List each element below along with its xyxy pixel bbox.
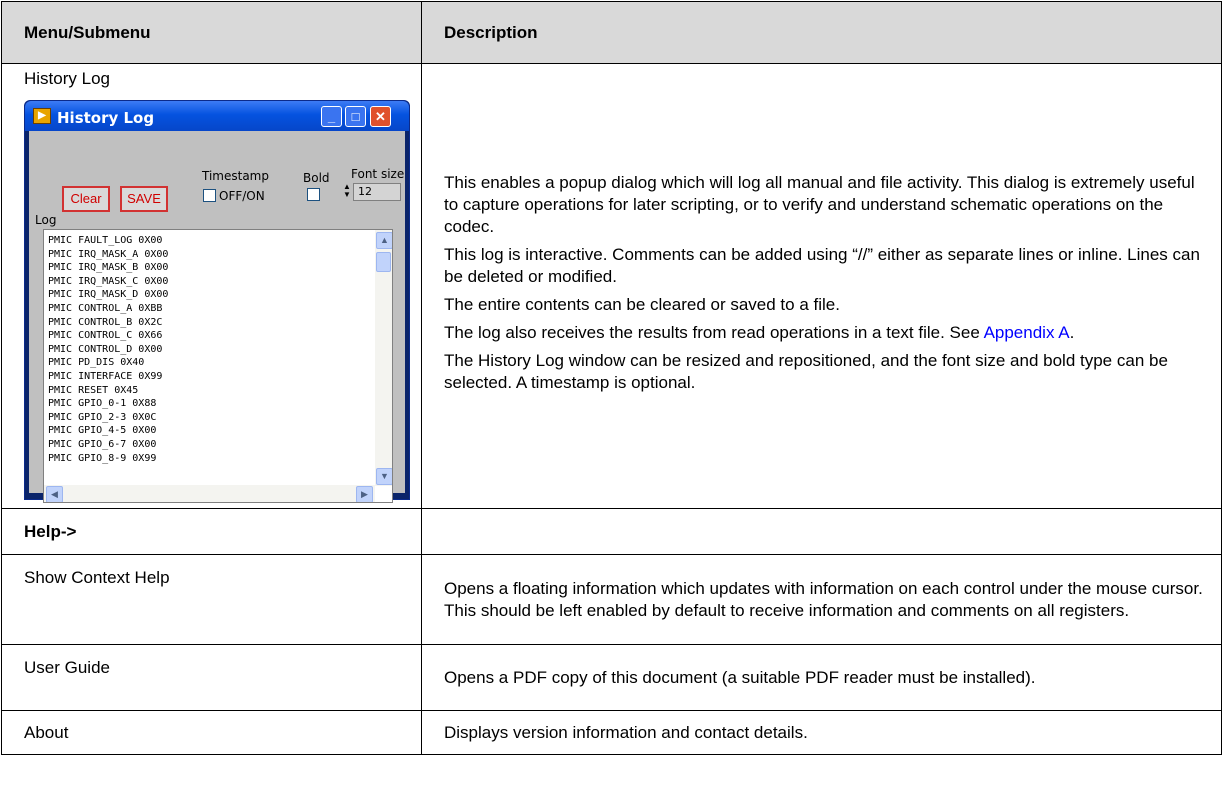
history-paragraph: This log is interactive. Comments can be… xyxy=(444,245,1200,286)
window-title: History Log xyxy=(57,109,155,127)
history-paragraphs: This enables a popup dialog which will l… xyxy=(444,172,1211,316)
log-line: PMIC GPIO_2-3 0X0C xyxy=(48,411,157,423)
log-line: PMIC GPIO_8-9 0X99 xyxy=(48,452,157,464)
log-line: PMIC GPIO_4-5 0X00 xyxy=(48,425,157,437)
font-size-spinner-icon[interactable]: ▲ ▼ xyxy=(343,183,351,201)
window-titlebar[interactable]: ▶ History Log _ □ ✕ xyxy=(25,101,409,131)
history-paragraph-4: The log also receives the results from r… xyxy=(444,322,1211,344)
font-size-field[interactable]: 12 xyxy=(353,183,401,201)
scroll-left-icon[interactable]: ◀ xyxy=(46,486,63,502)
save-button[interactable]: SAVE xyxy=(120,186,168,212)
timestamp-label: Timestamp xyxy=(202,169,269,183)
user-guide-description: Opens a PDF copy of this document (a sui… xyxy=(421,644,1222,711)
table-header-row: Menu/Submenu Description xyxy=(1,1,1222,64)
log-label: Log xyxy=(35,213,57,227)
log-line: PMIC IRQ_MASK_A 0X00 xyxy=(48,248,169,260)
help-description-empty xyxy=(421,508,1222,555)
window-client-area: Clear SAVE Timestamp OFF/ON Bold Font si… xyxy=(29,131,405,503)
log-line: PMIC CONTROL_A 0XBB xyxy=(48,302,163,314)
bold-label: Bold xyxy=(303,171,330,185)
scroll-right-icon[interactable]: ▶ xyxy=(356,486,373,502)
log-textarea[interactable]: PMIC FAULT_LOG 0X00 PMIC IRQ_MASK_A 0X00 P… xyxy=(43,229,393,503)
scroll-up-icon[interactable]: ▲ xyxy=(376,232,392,249)
history-log-window: ▶ History Log _ □ ✕ Clear SAVE Timestamp… xyxy=(24,100,410,503)
close-icon[interactable]: ✕ xyxy=(370,106,391,127)
appendix-a-link[interactable]: Appendix A xyxy=(984,323,1070,342)
history-log-description: This enables a popup dialog which will l… xyxy=(421,63,1222,509)
scroll-down-icon[interactable]: ▼ xyxy=(376,468,392,485)
log-line: PMIC GPIO_0-1 0X88 xyxy=(48,398,157,410)
horizontal-scrollbar[interactable]: ◀ ▶ xyxy=(44,485,375,502)
show-context-help-label: Show Context Help xyxy=(1,554,422,645)
table-row-history-log: History Log ▶ History Log _ □ ✕ Clear SA… xyxy=(1,63,1222,509)
log-line: PMIC PD_DIS 0X40 xyxy=(48,357,145,369)
table-row-about: About Displays version information and c… xyxy=(1,710,1222,755)
log-line: PMIC CONTROL_C 0X66 xyxy=(48,330,163,342)
table-row-show-context-help: Show Context Help Opens a floating infor… xyxy=(1,554,1222,645)
header-description: Description xyxy=(421,1,1222,64)
help-label: Help-> xyxy=(1,508,422,555)
history-log-cell: History Log ▶ History Log _ □ ✕ Clear SA… xyxy=(1,63,422,509)
history-paragraph: This enables a popup dialog which will l… xyxy=(444,173,1195,236)
log-line: PMIC GPIO_6-7 0X00 xyxy=(48,438,157,450)
paragraph-4-text: The log also receives the results from r… xyxy=(444,323,984,342)
log-line: PMIC IRQ_MASK_B 0X00 xyxy=(48,262,169,274)
vertical-scrollbar[interactable]: ▲ ▼ xyxy=(375,230,392,486)
clear-button[interactable]: Clear xyxy=(62,186,110,212)
about-label: About xyxy=(1,710,422,755)
history-paragraph: The entire contents can be cleared or sa… xyxy=(444,295,840,314)
history-paragraph-5: The History Log window can be resized an… xyxy=(444,351,1168,392)
header-menu-submenu: Menu/Submenu xyxy=(1,1,422,64)
app-icon: ▶ xyxy=(33,108,51,124)
about-description: Displays version information and contact… xyxy=(421,710,1222,755)
log-line: PMIC IRQ_MASK_D 0X00 xyxy=(48,289,169,301)
log-line: PMIC CONTROL_B 0X2C xyxy=(48,316,163,328)
minimize-icon[interactable]: _ xyxy=(321,106,342,127)
maximize-icon[interactable]: □ xyxy=(345,106,366,127)
show-context-help-description: Opens a floating information which updat… xyxy=(421,554,1222,645)
log-line: PMIC INTERFACE 0X99 xyxy=(48,370,163,382)
font-size-label: Font size xyxy=(351,167,405,181)
log-lines: PMIC FAULT_LOG 0X00 PMIC IRQ_MASK_A 0X00 P… xyxy=(48,234,168,465)
log-line: PMIC CONTROL_D 0X00 xyxy=(48,343,163,355)
history-log-label: History Log xyxy=(24,69,110,88)
table-row-help: Help-> xyxy=(1,508,1222,555)
menu-description-table: Menu/Submenu Description History Log ▶ H… xyxy=(1,1,1222,755)
offon-label: OFF/ON xyxy=(219,189,265,203)
user-guide-label: User Guide xyxy=(1,644,422,711)
table-row-user-guide: User Guide Opens a PDF copy of this docu… xyxy=(1,644,1222,711)
log-line: PMIC FAULT_LOG 0X00 xyxy=(48,235,163,246)
scroll-thumb[interactable] xyxy=(376,252,391,272)
paragraph-4-end: . xyxy=(1069,323,1075,342)
log-line: PMIC RESET 0X45 xyxy=(48,384,139,396)
bold-checkbox[interactable] xyxy=(307,188,320,201)
timestamp-checkbox[interactable] xyxy=(203,189,216,202)
log-line: PMIC IRQ_MASK_C 0X00 xyxy=(48,275,169,287)
